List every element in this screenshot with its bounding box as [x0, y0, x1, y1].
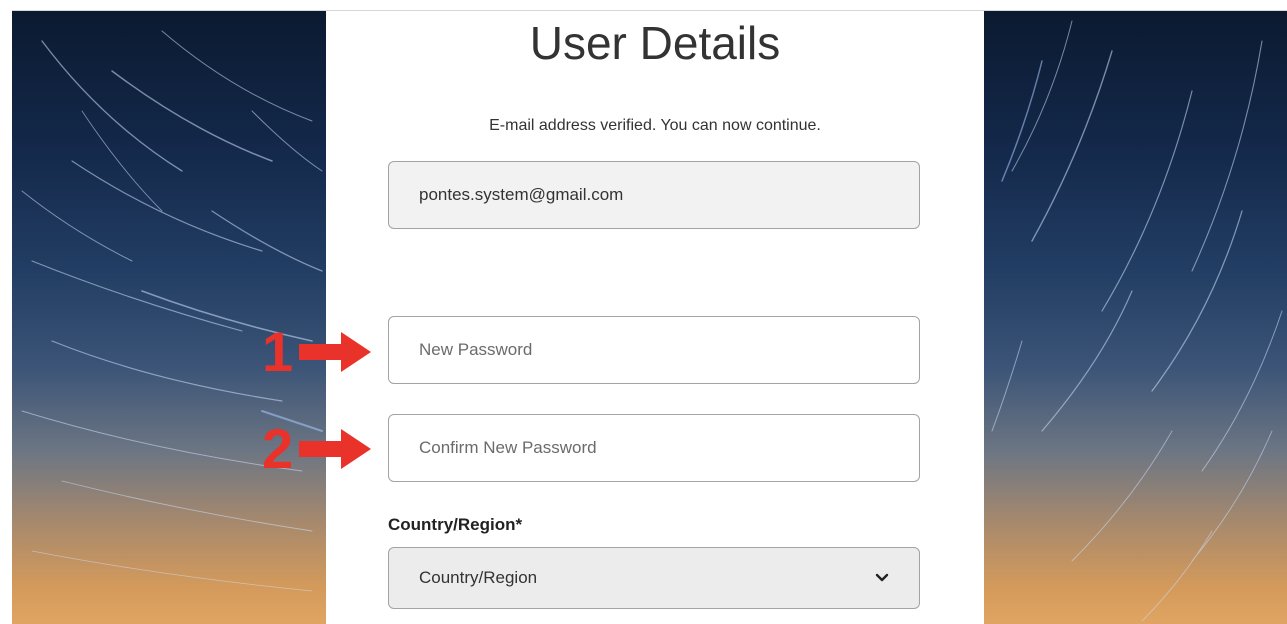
- email-field[interactable]: [388, 161, 920, 229]
- chevron-down-icon: [875, 573, 889, 582]
- arrow-right-icon: [299, 332, 372, 372]
- arrow-right-icon: [299, 429, 372, 469]
- annotation-marker-2: 2: [262, 421, 373, 477]
- country-region-selected-value: Country/Region: [419, 568, 538, 587]
- verified-message: E-mail address verified. You can now con…: [489, 117, 821, 134]
- country-region-label: Country/Region*: [388, 515, 523, 534]
- country-region-select[interactable]: Country/Region: [388, 547, 920, 609]
- page-frame: User Details E-mail address verified. Yo…: [0, 0, 1287, 624]
- user-details-card: User Details E-mail address verified. Yo…: [326, 11, 984, 624]
- page-title: User Details: [529, 17, 781, 69]
- confirm-password-input[interactable]: [388, 414, 920, 482]
- new-password-input[interactable]: [388, 316, 920, 384]
- annotation-number-1: 1: [262, 320, 294, 383]
- annotation-number-2: 2: [262, 417, 294, 480]
- annotation-marker-1: 1: [262, 324, 373, 380]
